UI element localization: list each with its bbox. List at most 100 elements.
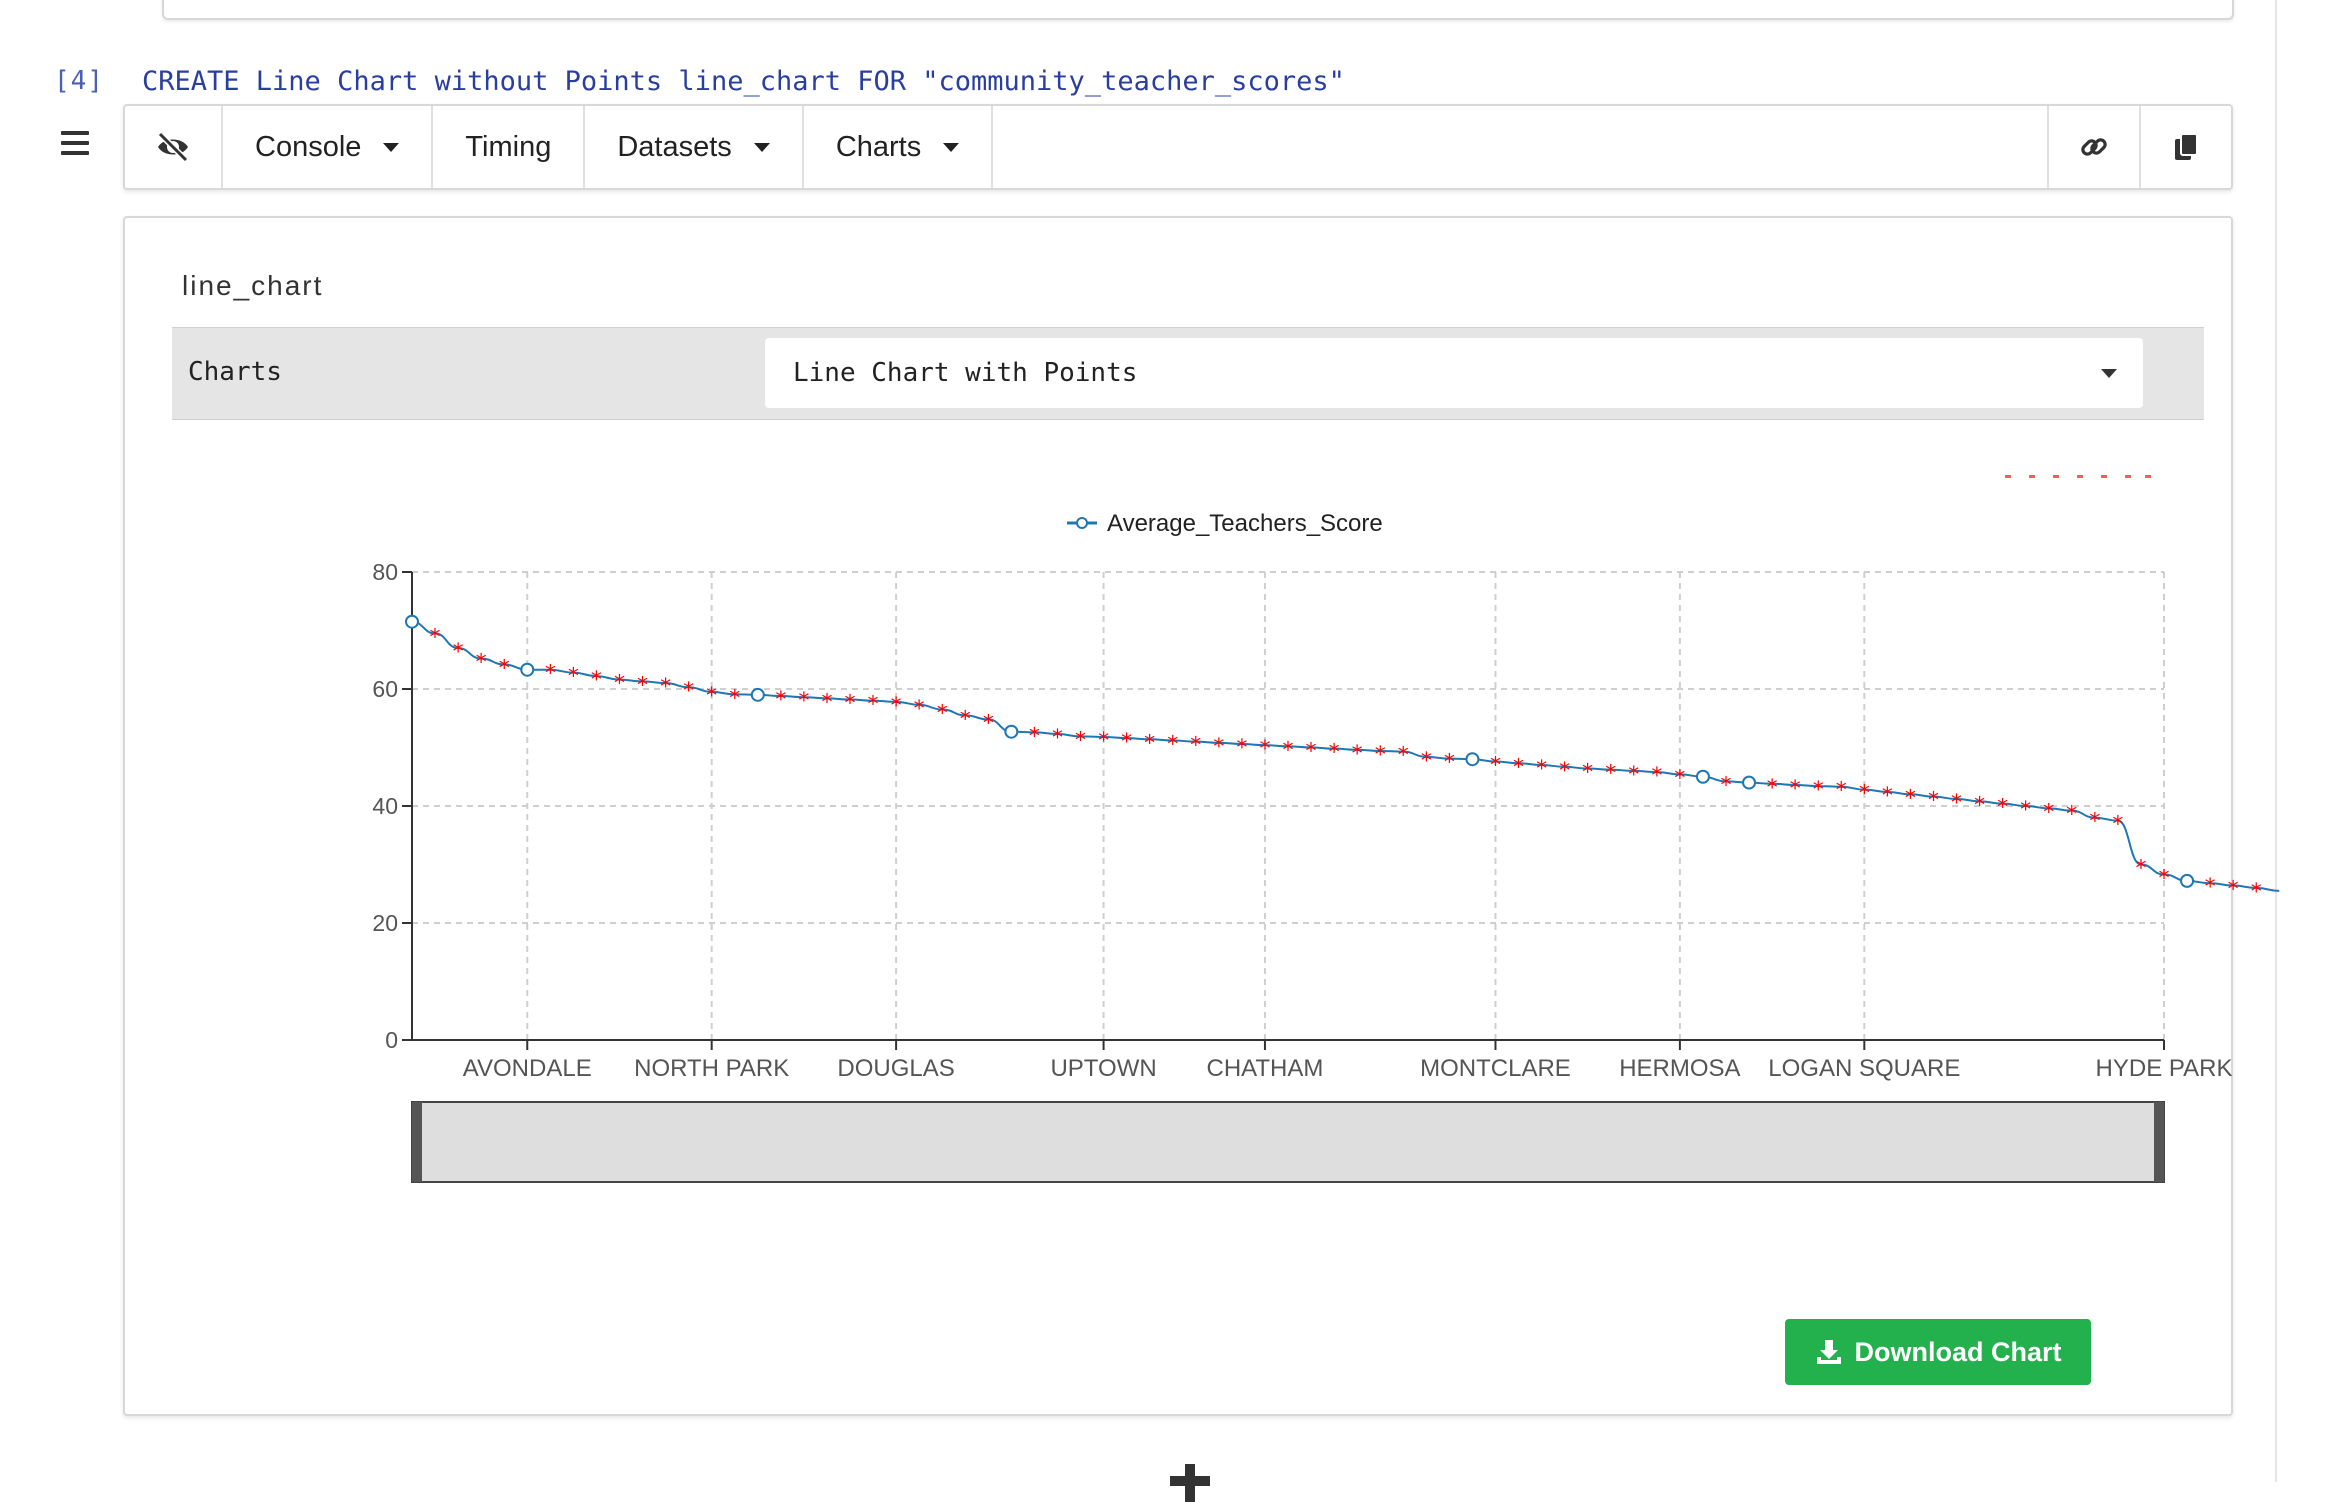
data-point-star: * xyxy=(2159,866,2170,891)
data-point-star: * xyxy=(591,668,602,693)
zoom-handle-left[interactable] xyxy=(412,1102,422,1182)
download-icon xyxy=(1816,1340,1841,1364)
chart-grid xyxy=(412,571,2165,1040)
data-point-circle xyxy=(1695,769,1710,784)
data-point-star: * xyxy=(1490,754,1501,779)
chart-zoom-slider[interactable] xyxy=(411,1101,2165,1183)
data-point-star: * xyxy=(891,694,902,719)
data-point-star: * xyxy=(1974,793,1985,818)
chart-axes: 0 20 40 60 80 AVONDALE NORTH PARK DOUGLAS UPTOWN… xyxy=(372,559,2232,1082)
data-point-star: * xyxy=(1882,784,1893,809)
data-point-star: * xyxy=(1790,777,1801,802)
data-point-star: * xyxy=(2020,798,2031,823)
data-point-star: * xyxy=(1651,764,1662,789)
data-point-star: * xyxy=(914,697,925,722)
data-point-star: * xyxy=(1905,786,1916,811)
download-chart-button[interactable]: Download Chart xyxy=(1785,1319,2091,1385)
download-chart-label: Download Chart xyxy=(1854,1336,2062,1367)
x-tick-label: HERMOSA xyxy=(1619,1055,1740,1082)
y-tick-label: 40 xyxy=(372,793,398,819)
data-point-star: * xyxy=(614,672,625,697)
data-point-star: * xyxy=(1098,729,1109,754)
data-point-star: * xyxy=(1306,740,1317,765)
data-point-star: * xyxy=(937,701,948,726)
data-point-star: * xyxy=(1190,734,1201,759)
data-point-star: * xyxy=(1605,762,1616,787)
data-point-star: * xyxy=(1444,751,1455,776)
series-line xyxy=(411,620,2280,892)
x-tick-label: HYDE PARK xyxy=(2096,1055,2233,1082)
data-point-star: * xyxy=(1951,791,1962,816)
data-point-star: * xyxy=(430,625,441,650)
data-point-star: * xyxy=(1283,738,1294,763)
data-point-star: * xyxy=(1236,736,1247,761)
data-point-star: * xyxy=(1674,766,1685,791)
data-point-star: * xyxy=(1421,749,1432,774)
x-tick-label: UPTOWN xyxy=(1050,1055,1156,1082)
data-point-star: * xyxy=(1167,732,1178,757)
data-point-star: * xyxy=(660,675,671,700)
x-tick-label: NORTH PARK xyxy=(634,1055,789,1082)
data-point-star: * xyxy=(1767,776,1778,801)
data-point-star: * xyxy=(2043,800,2054,825)
data-point-circle xyxy=(750,687,765,702)
data-point-star: * xyxy=(983,711,994,736)
data-point-star: * xyxy=(2089,810,2100,835)
data-point-star: * xyxy=(821,690,832,715)
data-point-circle xyxy=(520,662,535,677)
data-point-star: * xyxy=(1559,759,1570,784)
zoom-track[interactable] xyxy=(411,1101,2165,1183)
data-point-star: * xyxy=(1721,773,1732,798)
data-point-star: * xyxy=(545,662,556,687)
data-point-circle xyxy=(1465,752,1480,767)
data-point-star: * xyxy=(2112,813,2123,838)
x-tick-label: AVONDALE xyxy=(463,1055,592,1082)
data-point-star: * xyxy=(1628,763,1639,788)
data-point-star: * xyxy=(1352,742,1363,767)
data-point-star: * xyxy=(1928,789,1939,814)
data-point-star: * xyxy=(1513,755,1524,780)
data-point-star: * xyxy=(1259,737,1270,762)
data-point-star: * xyxy=(1052,726,1063,751)
data-point-star: * xyxy=(1536,757,1547,782)
data-point-star: * xyxy=(1813,778,1824,803)
data-point-star: * xyxy=(1329,741,1340,766)
data-point-circle xyxy=(1742,775,1757,790)
data-point-star: * xyxy=(2251,880,2262,905)
data-point-star: * xyxy=(568,665,579,690)
line-chart: 0 20 40 60 80 AVONDALE NORTH PARK DOUGLAS UPTOWN… xyxy=(372,510,2280,1183)
chart-legend: Average_Teachers_Score xyxy=(1067,510,1383,537)
data-point-star: * xyxy=(2205,875,2216,900)
data-point-star: * xyxy=(798,689,809,714)
add-cell-icon[interactable] xyxy=(1166,1462,1214,1502)
data-point-star: * xyxy=(499,656,510,681)
data-point-star: * xyxy=(1075,728,1086,753)
x-tick-label: MONTCLARE xyxy=(1420,1055,1571,1082)
data-point-circle xyxy=(405,614,419,629)
data-point-star: * xyxy=(960,707,971,732)
legend-marker-swatch xyxy=(1076,517,1088,529)
data-point-star: * xyxy=(775,688,786,713)
data-point-star: * xyxy=(729,686,740,711)
data-point-star: * xyxy=(2066,803,2077,828)
chart-series: * * * * * * * * * * * * * * * * * * * * * * * * * * * * * * * * * * * * * * * *… xyxy=(405,614,2280,905)
data-point-circle xyxy=(2180,873,2195,888)
zoom-handle-right[interactable] xyxy=(2154,1102,2164,1182)
data-point-star: * xyxy=(637,673,648,698)
data-point-star: * xyxy=(1859,782,1870,807)
data-point-star: * xyxy=(1121,730,1132,755)
data-point-star: * xyxy=(1144,731,1155,756)
y-tick-label: 80 xyxy=(372,559,398,585)
data-point-star: * xyxy=(1836,779,1847,804)
data-point-star: * xyxy=(683,679,694,704)
y-tick-label: 60 xyxy=(372,676,398,702)
data-point-star: * xyxy=(476,651,487,676)
data-point-star: * xyxy=(706,684,717,709)
data-point-star: * xyxy=(1375,743,1386,768)
data-point-star: * xyxy=(453,640,464,665)
data-point-star: * xyxy=(1213,735,1224,760)
data-point-star: * xyxy=(1582,761,1593,786)
data-point-star: * xyxy=(1997,796,2008,821)
data-point-circle xyxy=(1004,724,1019,739)
legend-label: Average_Teachers_Score xyxy=(1107,510,1383,537)
